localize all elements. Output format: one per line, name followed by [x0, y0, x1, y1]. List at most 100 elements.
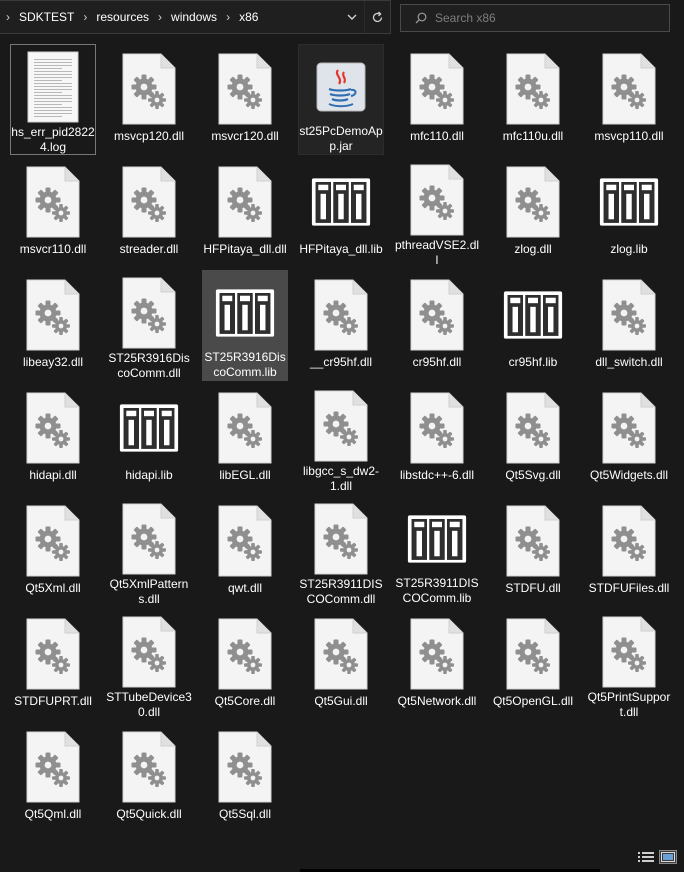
file-item[interactable]: Qt5Gui.dll	[298, 609, 384, 720]
file-name: Qt5Quick.dll	[116, 807, 182, 821]
file-item[interactable]: Qt5Sql.dll	[202, 722, 288, 833]
file-item[interactable]: STTubeDevice30.dll	[106, 609, 192, 720]
file-item[interactable]: hs_err_pid28224.log	[10, 44, 96, 155]
breadcrumb-x86[interactable]: x86	[239, 10, 258, 24]
file-item[interactable]: ST25R3916DiscoComm.lib	[202, 270, 288, 381]
file-item[interactable]: msvcp120.dll	[106, 44, 192, 155]
file-name: Qt5Widgets.dll	[589, 468, 669, 482]
chevron-down-icon	[347, 14, 357, 20]
file-name: libgcc_s_dw2-1.dll	[302, 464, 380, 493]
file-item[interactable]: HFPitaya_dll.lib	[298, 157, 384, 268]
file-item[interactable]: qwt.dll	[202, 496, 288, 607]
dll-gear-icon	[119, 164, 179, 240]
dll-gear-icon	[23, 277, 83, 353]
file-item[interactable]: mfc110.dll	[394, 44, 480, 155]
search-icon	[415, 12, 427, 24]
file-item[interactable]: cr95hf.dll	[394, 270, 480, 381]
file-item[interactable]: zlog.lib	[586, 157, 672, 268]
file-item[interactable]: ST25R3911DISCOComm.dll	[298, 496, 384, 607]
chevron-right-icon[interactable]: ›	[6, 10, 10, 24]
file-name: st25PcDemoApp.jar	[299, 124, 383, 153]
search-input[interactable]	[435, 11, 655, 25]
java-icon	[311, 51, 371, 122]
chevron-right-icon[interactable]: ›	[158, 10, 162, 24]
file-item[interactable]: __cr95hf.dll	[298, 270, 384, 381]
file-item[interactable]: mfc110u.dll	[490, 44, 576, 155]
file-item[interactable]: ST25R3911DISCOComm.lib	[394, 496, 480, 607]
refresh-button[interactable]	[364, 1, 390, 33]
file-name: libstdc++-6.dll	[399, 468, 475, 482]
file-item[interactable]: pthreadVSE2.dll	[394, 157, 480, 268]
dll-gear-icon	[407, 164, 467, 236]
file-item[interactable]: Qt5Qml.dll	[10, 722, 96, 833]
dll-gear-icon	[119, 503, 179, 575]
file-name: Qt5OpenGL.dll	[492, 694, 574, 708]
file-item[interactable]: Qt5Widgets.dll	[586, 383, 672, 494]
details-view-button[interactable]	[637, 850, 655, 864]
file-item[interactable]: Qt5XmlPatterns.dll	[106, 496, 192, 607]
chevron-right-icon[interactable]: ›	[83, 10, 87, 24]
file-item[interactable]: Qt5OpenGL.dll	[490, 609, 576, 720]
file-name: Qt5Gui.dll	[314, 694, 368, 708]
file-item[interactable]: Qt5PrintSupport.dll	[586, 609, 672, 720]
large-icons-view-button[interactable]	[659, 850, 677, 864]
file-name: Qt5Network.dll	[397, 694, 477, 708]
dll-gear-icon	[407, 51, 467, 127]
lib-binders-icon	[311, 164, 371, 240]
file-item[interactable]: hidapi.dll	[10, 383, 96, 494]
chevron-right-icon[interactable]: ›	[226, 10, 230, 24]
file-grid: hs_err_pid28224.log msvcp120.dll msvcr12…	[6, 44, 678, 835]
file-item[interactable]: STDFUFiles.dll	[586, 496, 672, 607]
file-item[interactable]: STDFUPRT.dll	[10, 609, 96, 720]
dll-gear-icon	[311, 390, 371, 462]
file-name: msvcp110.dll	[594, 129, 664, 143]
file-item[interactable]: Qt5Core.dll	[202, 609, 288, 720]
file-item[interactable]: dll_switch.dll	[586, 270, 672, 381]
file-item[interactable]: zlog.dll	[490, 157, 576, 268]
lib-binders-icon	[503, 277, 563, 353]
breadcrumb-windows[interactable]: windows	[171, 10, 217, 24]
file-item[interactable]: libstdc++-6.dll	[394, 383, 480, 494]
file-item[interactable]: HFPitaya_dll.dll	[202, 157, 288, 268]
dll-gear-icon	[215, 164, 275, 240]
dll-gear-icon	[215, 51, 275, 127]
refresh-icon	[372, 11, 383, 22]
file-name: mfc110.dll	[410, 129, 464, 143]
file-name: HFPitaya_dll.lib	[299, 242, 383, 256]
file-item[interactable]: hidapi.lib	[106, 383, 192, 494]
dll-gear-icon	[119, 51, 179, 127]
file-name: msvcp120.dll	[113, 129, 185, 143]
dll-gear-icon	[599, 503, 659, 579]
address-dropdown-button[interactable]	[340, 1, 364, 33]
file-item[interactable]: Qt5Svg.dll	[490, 383, 576, 494]
breadcrumb-resources[interactable]: resources	[96, 10, 149, 24]
file-item[interactable]: libgcc_s_dw2-1.dll	[298, 383, 384, 494]
file-item[interactable]: ST25R3916DiscoComm.dll	[106, 270, 192, 381]
file-name: msvcr120.dll	[211, 129, 279, 143]
file-name: STDFU.dll	[505, 581, 561, 595]
file-item[interactable]: msvcp110.dll	[586, 44, 672, 155]
lib-binders-icon	[215, 277, 275, 348]
file-item[interactable]: st25PcDemoApp.jar	[298, 44, 384, 155]
file-name: dll_switch.dll	[595, 355, 663, 369]
file-item[interactable]: msvcr120.dll	[202, 44, 288, 155]
file-item[interactable]: msvcr110.dll	[10, 157, 96, 268]
file-item[interactable]: Qt5Quick.dll	[106, 722, 192, 833]
file-name: Qt5Svg.dll	[505, 468, 561, 482]
dll-gear-icon	[215, 390, 275, 466]
dll-gear-icon	[503, 51, 563, 127]
file-item[interactable]: cr95hf.lib	[490, 270, 576, 381]
address-bar[interactable]: › SDKTEST › resources › windows › x86	[0, 0, 391, 34]
breadcrumb-sdktest[interactable]: SDKTEST	[19, 10, 74, 24]
file-name: cr95hf.dll	[412, 355, 462, 369]
file-item[interactable]: STDFU.dll	[490, 496, 576, 607]
file-name: Qt5XmlPatterns.dll	[109, 577, 189, 606]
file-item[interactable]: libeay32.dll	[10, 270, 96, 381]
file-item[interactable]: streader.dll	[106, 157, 192, 268]
text-file-icon	[23, 51, 83, 123]
search-box[interactable]	[400, 4, 670, 32]
file-item[interactable]: libEGL.dll	[202, 383, 288, 494]
file-item[interactable]: Qt5Xml.dll	[10, 496, 96, 607]
dll-gear-icon	[407, 616, 467, 692]
file-item[interactable]: Qt5Network.dll	[394, 609, 480, 720]
